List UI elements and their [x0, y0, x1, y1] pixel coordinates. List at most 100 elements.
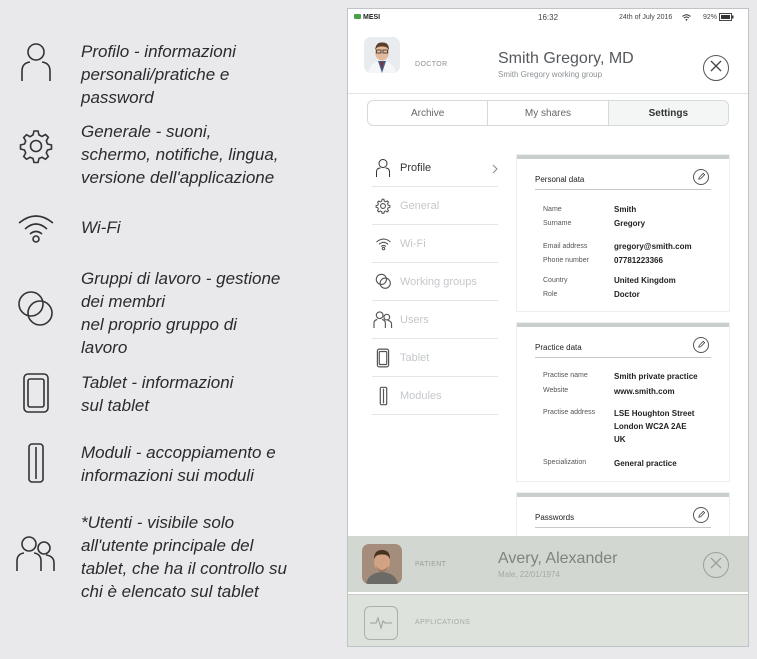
- menu-item-label: Modules: [400, 389, 442, 402]
- patient-name: Avery, Alexander: [498, 550, 618, 567]
- menu-item-tablet[interactable]: Tablet: [372, 339, 498, 377]
- users-icon: [372, 309, 394, 331]
- menu-item-label: Wi-Fi: [400, 237, 426, 250]
- field-label: Surname: [543, 220, 572, 227]
- module-icon: [14, 441, 58, 485]
- wifi-icon: [14, 206, 58, 250]
- card-divider: [535, 527, 711, 528]
- working-groups-icon: [372, 271, 394, 293]
- users-icon: [14, 531, 58, 575]
- tablet-icon: [14, 371, 58, 415]
- status-time: 16:32: [538, 13, 559, 22]
- field-value: General practice: [614, 459, 677, 468]
- field-value: Smith private practice: [614, 372, 698, 381]
- chevron-right-icon: [492, 161, 498, 179]
- menu-item-label: Profile: [400, 161, 432, 174]
- field-label: Country: [543, 277, 568, 284]
- personal-data-card: Personal data Name Smith Surname Gregory…: [517, 155, 729, 311]
- carrier: MESI: [354, 14, 380, 21]
- menu-item-users[interactable]: Users: [372, 301, 498, 339]
- legend-text-users: *Utenti - visibile solo all'utente princi…: [81, 513, 288, 601]
- doctor-avatar: [364, 37, 400, 73]
- menu-item-modules[interactable]: Modules: [372, 377, 498, 415]
- working-groups-icon: [14, 287, 58, 331]
- field-value: Doctor: [614, 290, 640, 299]
- tablet-screen: MESI 16:32 24th of July 2016 92% DOCTOR …: [347, 8, 749, 647]
- settings-legend: Profilo - informazioni personali/pratiche…: [0, 0, 340, 659]
- field-label: Specialization: [543, 459, 587, 466]
- tab-archive[interactable]: Archive: [368, 101, 489, 125]
- edit-personal-button[interactable]: [693, 169, 709, 185]
- edit-passwords-button[interactable]: [693, 507, 709, 523]
- status-date: 24th of July 2016: [619, 14, 673, 21]
- card-title: Practice data: [535, 343, 582, 352]
- field-label: Role: [543, 291, 558, 298]
- folder-icon: [354, 14, 361, 19]
- card-divider: [535, 189, 711, 190]
- field-value: 07781223366: [614, 256, 663, 265]
- field-label: Phone number: [543, 257, 589, 264]
- wifi-icon: [372, 233, 394, 255]
- patient-bar[interactable]: PATIENT Avery, Alexander Male, 22/01/197…: [348, 536, 748, 592]
- field-value: LSE Houghton Street London WC2A 2AE UK: [614, 409, 695, 444]
- card-divider: [535, 357, 711, 358]
- card-title: Personal data: [535, 175, 585, 184]
- person-icon: [372, 157, 394, 179]
- menu-item-general[interactable]: General: [372, 187, 498, 225]
- menu-item-wifi[interactable]: Wi-Fi: [372, 225, 498, 263]
- person-icon: [14, 40, 58, 84]
- card-title: Passwords: [535, 513, 575, 522]
- main-tabs: Archive My shares Settings: [367, 100, 729, 126]
- legend-text-profile: Profilo - informazioni personali/pratiche…: [81, 42, 236, 107]
- menu-item-label: General: [400, 199, 440, 212]
- battery-icon: [719, 13, 734, 23]
- close-patient-button[interactable]: [703, 552, 729, 578]
- legend-text-tablet: Tablet - informazioni sul tablet: [81, 373, 234, 415]
- field-label: Name: [543, 206, 562, 213]
- doctor-role: DOCTOR: [415, 61, 448, 68]
- patient-avatar: [362, 544, 402, 584]
- gear-icon: [372, 195, 394, 217]
- wifi-signal-icon: [682, 14, 691, 23]
- practice-data-card: Practice data Practise name Smith privat…: [517, 323, 729, 481]
- tab-settings[interactable]: Settings: [608, 101, 728, 125]
- field-label: Practise address: [543, 409, 596, 416]
- close-icon: [710, 556, 722, 574]
- pencil-icon: [697, 506, 706, 524]
- doctor-group: Smith Gregory working group: [498, 70, 603, 79]
- field-label: Website: [543, 387, 569, 394]
- close-icon: [710, 59, 722, 77]
- legend-text-general: Generale - suoni, schermo, notifiche, lin…: [81, 122, 279, 187]
- doctor-header: DOCTOR Smith Gregory, MD Smith Gregory w…: [348, 27, 748, 94]
- tab-my-shares[interactable]: My shares: [488, 101, 609, 125]
- field-label: Email address: [543, 243, 588, 250]
- menu-item-label: Tablet: [400, 351, 430, 364]
- settings-menu: Profile General Wi-Fi Working groups Use…: [372, 149, 498, 415]
- gear-icon: [14, 124, 58, 168]
- menu-item-label: Working groups: [400, 275, 477, 288]
- doctor-name: Smith Gregory, MD: [498, 50, 634, 67]
- status-bar: MESI 16:32 24th of July 2016 92%: [348, 9, 748, 27]
- field-value: Gregory: [614, 219, 646, 228]
- module-icon: [372, 385, 394, 407]
- legend-text-working-groups: Gruppi di lavoro - gestione dei membri nel…: [81, 269, 281, 357]
- field-value: Smith: [614, 205, 637, 214]
- menu-item-working-groups[interactable]: Working groups: [372, 263, 498, 301]
- close-button[interactable]: [703, 55, 729, 81]
- battery-percent: 92%: [703, 14, 718, 21]
- tablet-icon: [372, 347, 394, 369]
- field-label: Practise name: [543, 372, 588, 379]
- legend-text-wifi: Wi-Fi: [81, 218, 121, 237]
- pencil-icon: [697, 168, 706, 186]
- applications-label: APPLICATIONS: [415, 619, 471, 626]
- patient-info: Male, 22/01/1974: [498, 570, 560, 579]
- field-value: gregory@smith.com: [614, 242, 692, 251]
- patient-role: PATIENT: [415, 561, 447, 568]
- field-value: United Kingdom: [614, 276, 676, 285]
- applications-bar[interactable]: APPLICATIONS: [348, 594, 748, 646]
- edit-practice-button[interactable]: [693, 337, 709, 353]
- menu-item-profile[interactable]: Profile: [372, 149, 498, 187]
- pulse-icon: [364, 606, 398, 640]
- field-value: www.smith.com: [614, 387, 675, 396]
- legend-text-modules: Moduli - accoppiamento e informazioni sui…: [81, 443, 276, 485]
